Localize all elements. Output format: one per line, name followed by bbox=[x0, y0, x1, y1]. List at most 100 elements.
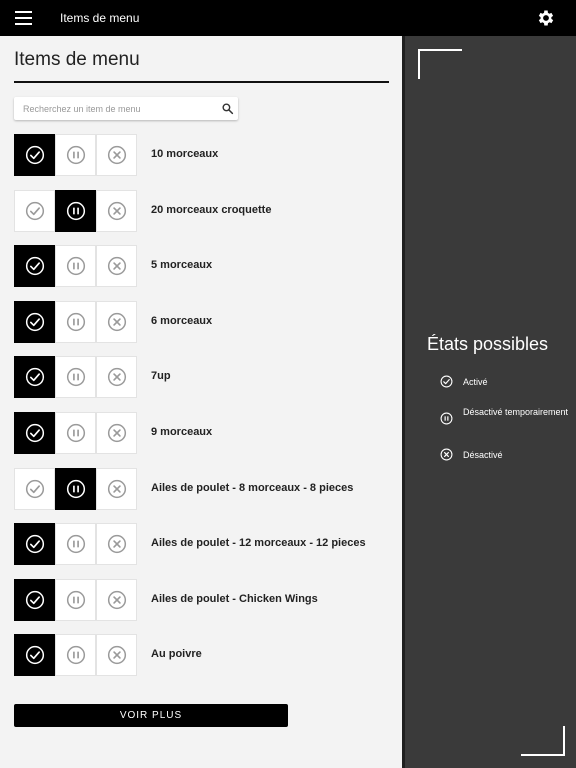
activate-button[interactable] bbox=[14, 523, 55, 566]
disable-button[interactable] bbox=[96, 578, 137, 621]
menu-item-row: 10 morceaux bbox=[14, 134, 394, 176]
menu-item-label: 9 morceaux bbox=[151, 426, 213, 438]
x-circle-icon bbox=[107, 368, 126, 387]
activate-button[interactable] bbox=[14, 189, 55, 232]
search-box bbox=[14, 97, 238, 120]
x-circle-icon bbox=[107, 590, 126, 609]
see-more-button[interactable]: VOIR PLUS bbox=[14, 704, 288, 727]
x-circle-icon bbox=[107, 423, 126, 443]
hamburger-icon[interactable] bbox=[15, 11, 32, 25]
disable-button[interactable] bbox=[96, 634, 137, 677]
pause-circle-icon bbox=[66, 257, 85, 276]
activate-button[interactable] bbox=[14, 300, 55, 343]
check-circle-icon bbox=[25, 257, 44, 276]
menu-item-row: 5 morceaux bbox=[14, 245, 394, 288]
pause-circle-icon bbox=[66, 423, 85, 443]
x-circle-icon bbox=[107, 535, 126, 554]
menu-item-row: Ailes de poulet - Chicken Wings bbox=[14, 578, 394, 621]
menu-item-row: Au poivre bbox=[14, 634, 394, 677]
menu-item-label: 20 morceaux croquette bbox=[151, 203, 272, 216]
top-bar: Items de menu bbox=[0, 0, 576, 36]
pause-circle-icon bbox=[440, 412, 453, 425]
pause-circle-icon bbox=[66, 646, 85, 665]
menu-item-label: 6 morceaux bbox=[151, 314, 213, 327]
x-circle-icon bbox=[107, 201, 126, 220]
pause-circle-icon bbox=[66, 312, 85, 331]
gear-icon[interactable] bbox=[536, 8, 556, 28]
x-circle-icon bbox=[107, 479, 126, 498]
pause-circle-icon bbox=[66, 201, 85, 220]
app-title: Items de menu bbox=[60, 11, 140, 25]
check-circle-icon bbox=[25, 479, 44, 498]
items-panel: Items de menu 10 morceaux 20 morceaux cro… bbox=[0, 36, 402, 768]
x-circle-icon bbox=[107, 646, 126, 665]
activate-button[interactable] bbox=[14, 412, 55, 454]
legend-label: Désactivé bbox=[463, 450, 503, 460]
pause-button[interactable] bbox=[55, 134, 96, 176]
menu-item-label: Au poivre bbox=[151, 648, 202, 661]
states-panel: États possibles Activé Désactivé tempora… bbox=[402, 36, 576, 768]
pause-circle-icon bbox=[66, 479, 85, 498]
page-title: Items de menu bbox=[14, 49, 140, 70]
check-circle-icon bbox=[25, 312, 44, 331]
disable-button[interactable] bbox=[96, 134, 137, 176]
disable-button[interactable] bbox=[96, 523, 137, 566]
pause-button[interactable] bbox=[55, 300, 96, 343]
title-divider bbox=[14, 81, 389, 83]
activate-button[interactable] bbox=[14, 356, 55, 399]
disable-button[interactable] bbox=[96, 300, 137, 343]
check-circle-icon bbox=[25, 590, 44, 609]
pause-circle-icon bbox=[66, 368, 85, 387]
disable-button[interactable] bbox=[96, 412, 137, 454]
menu-item-row: Ailes de poulet - 12 morceaux - 12 piece… bbox=[14, 523, 394, 566]
pause-button[interactable] bbox=[55, 523, 96, 566]
check-circle-icon bbox=[25, 145, 44, 165]
disable-button[interactable] bbox=[96, 189, 137, 232]
menu-item-row: 20 morceaux croquette bbox=[14, 189, 394, 232]
states-title: États possibles bbox=[427, 334, 549, 354]
menu-item-label: Ailes de poulet - Chicken Wings bbox=[151, 592, 318, 605]
activate-button[interactable] bbox=[14, 634, 55, 677]
disable-button[interactable] bbox=[96, 467, 137, 510]
corner-bracket-bottom-right bbox=[521, 726, 565, 756]
pause-button[interactable] bbox=[55, 356, 96, 399]
search-input[interactable] bbox=[21, 97, 215, 120]
legend-label: Activé bbox=[463, 377, 488, 387]
pause-button[interactable] bbox=[55, 189, 96, 232]
menu-item-row: 6 morceaux bbox=[14, 300, 394, 343]
x-circle-icon bbox=[107, 145, 126, 165]
pause-button[interactable] bbox=[55, 245, 96, 288]
menu-item-row: 7up bbox=[14, 356, 394, 399]
activate-button[interactable] bbox=[14, 245, 55, 288]
pause-button[interactable] bbox=[55, 578, 96, 621]
check-circle-icon bbox=[25, 368, 44, 387]
check-circle-icon bbox=[440, 375, 453, 388]
activate-button[interactable] bbox=[14, 578, 55, 621]
x-circle-icon bbox=[107, 257, 126, 276]
corner-bracket-top-left bbox=[418, 49, 462, 79]
menu-item-row: 9 morceaux bbox=[14, 412, 394, 454]
check-circle-icon bbox=[25, 201, 44, 220]
x-circle-icon bbox=[440, 448, 453, 461]
check-circle-icon bbox=[25, 423, 44, 443]
menu-item-label: 7up bbox=[151, 370, 171, 383]
search-icon[interactable] bbox=[221, 102, 234, 115]
menu-item-label: 10 morceaux bbox=[151, 148, 219, 160]
pause-button[interactable] bbox=[55, 412, 96, 454]
activate-button[interactable] bbox=[14, 467, 55, 510]
check-circle-icon bbox=[25, 535, 44, 554]
x-circle-icon bbox=[107, 312, 126, 331]
pause-circle-icon bbox=[66, 145, 85, 165]
menu-item-label: Ailes de poulet - 12 morceaux - 12 piece… bbox=[151, 537, 366, 550]
disable-button[interactable] bbox=[96, 245, 137, 288]
pause-circle-icon bbox=[66, 590, 85, 609]
menu-item-row: Ailes de poulet - 8 morceaux - 8 pieces bbox=[14, 467, 394, 510]
menu-item-label: 5 morceaux bbox=[151, 259, 213, 272]
menu-item-label: Ailes de poulet - 8 morceaux - 8 pieces bbox=[151, 481, 354, 494]
pause-button[interactable] bbox=[55, 467, 96, 510]
pause-button[interactable] bbox=[55, 634, 96, 677]
activate-button[interactable] bbox=[14, 134, 55, 176]
legend-label: Désactivé temporairement bbox=[463, 407, 569, 417]
disable-button[interactable] bbox=[96, 356, 137, 399]
pause-circle-icon bbox=[66, 535, 85, 554]
